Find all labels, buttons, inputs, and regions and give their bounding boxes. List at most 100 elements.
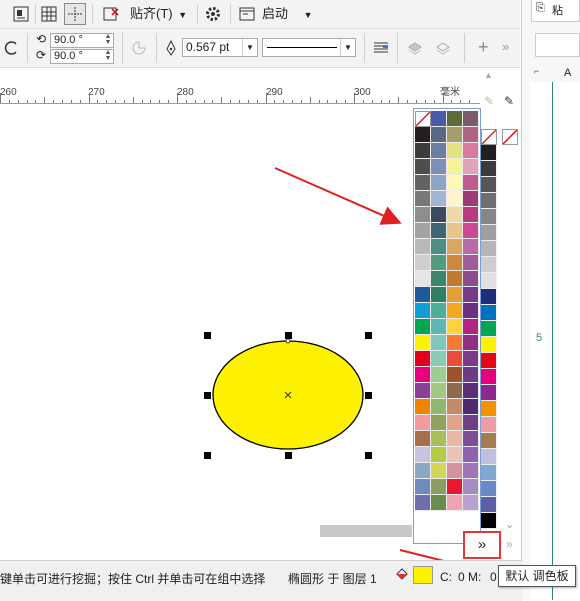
color-swatch[interactable] xyxy=(431,367,447,383)
color-swatch[interactable] xyxy=(481,241,497,257)
double-chevron-right-icon[interactable]: » xyxy=(506,537,513,551)
selection-handle[interactable] xyxy=(365,332,372,339)
line-style-dropdown[interactable]: ▼ xyxy=(262,38,356,57)
color-swatch[interactable] xyxy=(447,271,463,287)
color-swatch[interactable] xyxy=(447,335,463,351)
color-swatch[interactable] xyxy=(481,401,497,417)
launch-dropdown[interactable]: 启动 ▼ xyxy=(262,5,313,23)
snap-off-icon[interactable] xyxy=(100,3,122,25)
color-swatch[interactable] xyxy=(447,463,463,479)
color-swatch[interactable] xyxy=(447,495,463,511)
color-swatch[interactable] xyxy=(463,127,479,143)
color-swatch[interactable] xyxy=(463,287,479,303)
selection-handle[interactable] xyxy=(285,332,292,339)
color-swatch[interactable] xyxy=(463,271,479,287)
color-swatch[interactable] xyxy=(463,431,479,447)
chevron-down-icon[interactable]: ▼ xyxy=(242,39,257,56)
color-swatch[interactable] xyxy=(447,415,463,431)
color-swatch[interactable] xyxy=(415,367,431,383)
color-swatch[interactable] xyxy=(431,127,447,143)
color-swatch[interactable] xyxy=(447,367,463,383)
double-chevron-down-icon[interactable]: ⌄ xyxy=(505,518,514,531)
eyedropper-active-icon[interactable]: ✎ xyxy=(504,94,514,108)
color-swatch[interactable] xyxy=(447,159,463,175)
selection-handle[interactable] xyxy=(365,452,372,459)
guidelines-icon[interactable] xyxy=(64,3,86,25)
color-swatch[interactable] xyxy=(415,351,431,367)
color-swatch[interactable] xyxy=(431,463,447,479)
color-swatch[interactable] xyxy=(415,223,431,239)
palette-scroll-up[interactable]: ▲ xyxy=(484,70,493,80)
color-swatch[interactable] xyxy=(415,431,431,447)
outline-width-field[interactable]: 0.567 pt ▼ xyxy=(182,38,258,57)
color-swatch[interactable] xyxy=(481,161,497,177)
color-swatch[interactable] xyxy=(463,351,479,367)
color-swatch[interactable] xyxy=(481,193,497,209)
color-swatch[interactable] xyxy=(431,223,447,239)
double-chevron-right-icon[interactable]: » xyxy=(502,39,509,54)
color-swatch[interactable] xyxy=(415,143,431,159)
color-swatch[interactable] xyxy=(481,417,497,433)
color-swatch[interactable] xyxy=(463,303,479,319)
page-layout-icon[interactable] xyxy=(10,3,32,25)
selection-handle[interactable] xyxy=(204,452,211,459)
selection-handle[interactable] xyxy=(204,332,211,339)
color-swatch[interactable] xyxy=(481,353,497,369)
color-swatch[interactable] xyxy=(447,399,463,415)
color-swatch[interactable] xyxy=(415,319,431,335)
color-swatch[interactable] xyxy=(463,175,479,191)
color-swatch[interactable] xyxy=(415,303,431,319)
color-swatch[interactable] xyxy=(481,257,497,273)
color-swatch[interactable] xyxy=(447,175,463,191)
color-swatch[interactable] xyxy=(431,239,447,255)
color-swatch[interactable] xyxy=(415,479,431,495)
color-swatch[interactable] xyxy=(463,495,479,511)
color-swatch[interactable] xyxy=(415,383,431,399)
color-swatch[interactable] xyxy=(431,335,447,351)
color-swatch[interactable] xyxy=(481,497,497,513)
color-swatch[interactable] xyxy=(447,223,463,239)
snap-to-dropdown[interactable]: 贴齐(T) ▼ xyxy=(130,5,187,23)
color-swatch[interactable] xyxy=(415,207,431,223)
color-swatch[interactable] xyxy=(447,239,463,255)
color-swatch[interactable] xyxy=(463,255,479,271)
color-swatch[interactable] xyxy=(431,111,447,127)
color-swatch[interactable] xyxy=(481,225,497,241)
arc-icon[interactable] xyxy=(0,37,22,59)
color-swatch[interactable] xyxy=(481,385,497,401)
color-swatch[interactable] xyxy=(463,319,479,335)
color-swatch[interactable] xyxy=(431,479,447,495)
color-swatch[interactable] xyxy=(447,351,463,367)
color-swatch[interactable] xyxy=(463,159,479,175)
color-swatch[interactable] xyxy=(463,399,479,415)
docker-input[interactable] xyxy=(535,33,580,57)
color-swatch[interactable] xyxy=(431,255,447,271)
color-swatch[interactable] xyxy=(447,207,463,223)
color-swatch[interactable] xyxy=(431,319,447,335)
eyedropper-icon[interactable]: ✎ xyxy=(484,94,494,108)
no-fill-swatch[interactable] xyxy=(502,129,518,145)
add-icon[interactable]: + xyxy=(478,37,489,58)
color-swatch[interactable] xyxy=(481,369,497,385)
color-swatch[interactable] xyxy=(481,465,497,481)
color-swatch[interactable] xyxy=(463,463,479,479)
color-swatch[interactable] xyxy=(481,273,497,289)
color-swatch[interactable] xyxy=(481,209,497,225)
color-swatch[interactable] xyxy=(415,191,431,207)
color-swatch[interactable] xyxy=(463,207,479,223)
color-swatch[interactable] xyxy=(415,255,431,271)
color-swatch[interactable] xyxy=(447,479,463,495)
color-swatch[interactable] xyxy=(447,111,463,127)
color-swatch[interactable] xyxy=(447,447,463,463)
color-swatch[interactable] xyxy=(481,177,497,193)
color-swatch[interactable] xyxy=(431,287,447,303)
color-swatch[interactable] xyxy=(431,399,447,415)
color-swatch[interactable] xyxy=(481,289,497,305)
color-swatch[interactable] xyxy=(431,271,447,287)
color-swatch[interactable] xyxy=(463,479,479,495)
fill-color-swatch[interactable] xyxy=(413,566,433,584)
color-swatch[interactable] xyxy=(431,431,447,447)
color-swatch[interactable] xyxy=(431,207,447,223)
color-swatch[interactable] xyxy=(415,447,431,463)
color-swatch[interactable] xyxy=(431,383,447,399)
